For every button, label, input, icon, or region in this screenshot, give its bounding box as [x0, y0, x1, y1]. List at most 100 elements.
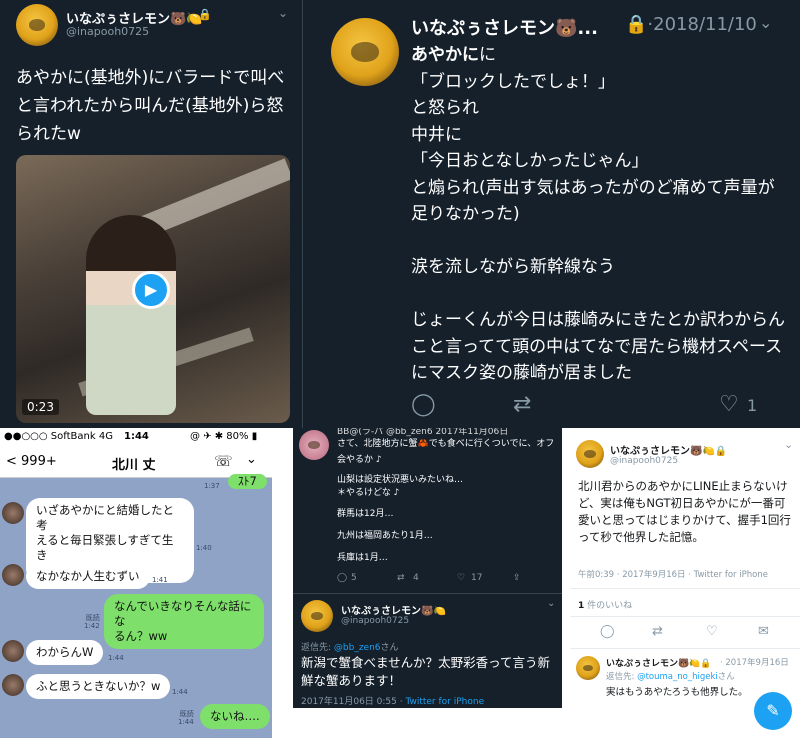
message-bubble: ふと思うときないか？w	[26, 674, 171, 699]
quoted-text: さて、北陸地方に蟹🦀でも食べに行くついでに、オフ 会やるか ♪	[337, 439, 555, 465]
reply-to-link[interactable]: @bb_zen6	[334, 643, 381, 653]
user-name[interactable]: いなぷぅさレモン🐻...	[411, 14, 598, 40]
like-icon[interactable]: ♡	[706, 624, 718, 639]
user-handle[interactable]: @inapooh0725	[66, 25, 149, 38]
reply-to-prefix: 返信先:	[606, 672, 638, 682]
message-bubble: ないね….	[200, 704, 270, 729]
tweet-text: あやかにに 「ブロックしたでしょ！」 と怒られ 中井に 「今日おとなしかったじゃ…	[411, 42, 791, 387]
reply-user-name[interactable]: いなぷぅさレモン🐻🍋🔒	[606, 656, 712, 669]
chevron-down-icon[interactable]: ⌄	[278, 6, 288, 20]
back-button[interactable]: < 999+	[6, 454, 57, 469]
message-bubble: わからんW	[26, 640, 104, 665]
battery-indicator: @ ✈ ✱ 80% ▮	[190, 431, 258, 442]
tweet-text: 北川君からのあやかにLINE止まらないけど、実は俺もNGT初日あやかにが一番可愛…	[578, 479, 791, 544]
tweet-text-rest: に 「ブロックしたでしょ！」 と怒られ 中井に 「今日おとなしかったじゃん」 と…	[411, 45, 785, 383]
quote-line: 九州は福岡あたり1月…	[337, 531, 433, 541]
tweet-source[interactable]: Twitter for iPhone	[694, 570, 768, 580]
message-bubble: なかなか人生むずい	[26, 564, 150, 589]
reply-to: 返信先: @bb_zen6さん	[301, 640, 399, 653]
status-bar: ●●○○○ SoftBank 4G 1:44 @ ✈ ✱ 80% ▮	[0, 428, 272, 446]
avatar[interactable]	[2, 674, 24, 696]
divider	[570, 616, 800, 617]
avatar[interactable]	[16, 4, 58, 46]
tweet-text-panel: いなぷぅさレモン🐻... 🔒·2018/11/10 ⌄ あやかにに 「ブロックし…	[302, 0, 800, 428]
message-time: 1:41	[152, 576, 168, 584]
like-count: 17	[471, 573, 483, 583]
phone-icon[interactable]: ☏	[214, 452, 233, 470]
quote-line: 兵庫は1月…	[337, 553, 388, 563]
avatar[interactable]	[576, 440, 604, 468]
tweet-time[interactable]: 午前0:39 · 2017年9月16日 ·	[578, 570, 694, 580]
tweet-light-panel: いなぷぅさレモン🐻🍋🔒 @inapooh0725 ⌄ 北川君からのあやかにLIN…	[570, 428, 800, 738]
user-name[interactable]: いなぷぅさレモン🐻🍋🔒	[610, 442, 727, 457]
likes-summary[interactable]: 1 件のいいね	[578, 598, 632, 611]
avatar[interactable]	[331, 18, 399, 86]
message-time: 1:40	[196, 544, 212, 552]
reply-icon[interactable]: ◯	[411, 392, 436, 417]
reply-to-suffix: さん	[380, 643, 399, 653]
retweet-icon[interactable]: ⇄	[513, 392, 531, 417]
tweet-date[interactable]: 🔒·2018/11/10	[625, 14, 757, 35]
tweet-actions: ◯ ⇄ ♡ 1 ⇪	[411, 392, 791, 420]
clock: 1:44	[124, 431, 149, 442]
avatar[interactable]	[576, 656, 600, 680]
gap	[293, 708, 562, 738]
likes-label: 件のいいね	[587, 601, 633, 611]
divider	[570, 588, 800, 589]
like-icon[interactable]: ♡	[719, 392, 739, 417]
gap	[272, 428, 293, 738]
reply-to-link[interactable]: @touma_no_higeki	[637, 672, 718, 682]
user-handle[interactable]: @inapooh0725	[610, 456, 678, 466]
avatar[interactable]	[299, 430, 329, 460]
lock-icon: 🔒	[198, 8, 212, 21]
message-time: 1:44	[172, 688, 188, 696]
likes-count: 1	[578, 601, 585, 611]
video-player[interactable]: ▶ 0:23	[16, 155, 290, 423]
retweet-icon[interactable]: ⇄	[397, 570, 405, 586]
chevron-down-icon[interactable]: ⌄	[784, 438, 793, 451]
tweet-text-bold: あやかに	[411, 45, 479, 65]
mail-icon[interactable]: ✉	[758, 624, 769, 639]
quote-line: 群馬は12月…	[337, 509, 394, 519]
retweet-icon[interactable]: ⇄	[652, 624, 663, 639]
tweet-time[interactable]: 2017年11月06日 0:55 ·	[301, 697, 405, 707]
carrier-signal: ●●○○○ SoftBank 4G	[4, 431, 113, 442]
reply-to-suffix: さん	[717, 672, 735, 682]
tweet-source[interactable]: Twitter for iPhone	[405, 697, 484, 707]
divider	[570, 648, 800, 649]
compose-button[interactable]: ✎	[754, 692, 792, 730]
tweet-text: 新潟で蟹食べませんか？太野彩香って言う新鮮な蟹あります！	[301, 655, 551, 688]
retweet-count: 4	[413, 573, 419, 583]
reply-icon[interactable]: ◯	[600, 624, 615, 639]
avatar[interactable]	[301, 600, 333, 632]
tweet-reply-panel: BB@(ラ-パ @bb_zen6 2017年11月06日 さて、北陸地方に蟹🦀で…	[293, 428, 562, 708]
user-handle[interactable]: @inapooh0725	[341, 616, 409, 626]
avatar[interactable]	[2, 564, 24, 586]
reply-date[interactable]: · 2017年9月16日	[720, 656, 789, 668]
avatar[interactable]	[2, 640, 24, 662]
reply-text: 実はもうあやたろうも他界した。	[606, 687, 748, 698]
play-icon[interactable]: ▶	[132, 271, 170, 309]
chevron-down-icon[interactable]: ⌄	[246, 452, 257, 467]
chevron-down-icon[interactable]: ⌄	[759, 13, 772, 32]
reply-icon[interactable]: ◯	[337, 570, 347, 586]
tweet-meta: 午前0:39 · 2017年9月16日 · Twitter for iPhone	[578, 568, 768, 580]
like-icon[interactable]: ♡	[457, 570, 465, 586]
message-time: 1:37	[204, 482, 220, 490]
reply-to-prefix: 返信先:	[301, 643, 334, 653]
chevron-down-icon[interactable]: ⌄	[547, 598, 555, 609]
tweet-meta: 2017年11月06日 0:55 · Twitter for iPhone	[301, 694, 484, 707]
reply-to: 返信先: @touma_no_higekiさん	[606, 670, 735, 682]
message-time: 1:44	[108, 654, 124, 662]
share-icon[interactable]: ⇪	[513, 570, 521, 586]
message-bubble: なんでいきなりそんな話にな るん？ww	[104, 594, 264, 649]
reply-count: 5	[351, 573, 357, 583]
message-time: 既読 1:44	[178, 710, 194, 726]
avatar[interactable]	[2, 502, 24, 524]
quoted-tweet: BB@(ラ-パ @bb_zen6 2017年11月06日 さて、北陸地方に蟹🦀で…	[293, 428, 562, 594]
like-count: 1	[747, 396, 758, 415]
user-name[interactable]: いなぷぅさレモン🐻🍋	[341, 602, 446, 617]
message-time: 既読 1:42	[84, 614, 100, 630]
contact-name: 北川 丈	[112, 458, 156, 473]
message-bubble: ｽﾄ7	[228, 474, 267, 489]
